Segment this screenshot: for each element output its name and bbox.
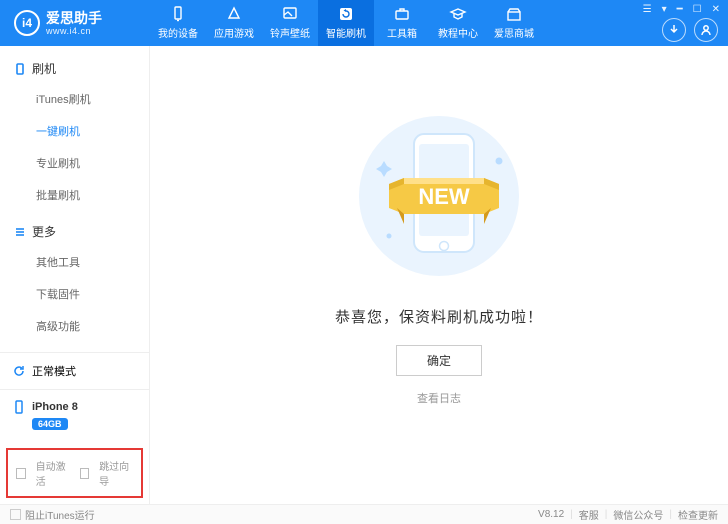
- tab-label: 我的设备: [158, 25, 198, 40]
- tab-label: 工具箱: [387, 25, 417, 40]
- logo-box: i4 爱思助手 www.i4.cn: [0, 10, 150, 36]
- refresh-icon: [337, 6, 355, 22]
- illus-text: NEW: [418, 184, 470, 209]
- auto-activate-label: 自动激活: [36, 458, 70, 488]
- tab-label: 铃声壁纸: [270, 25, 310, 40]
- tab-ringtones[interactable]: 铃声壁纸: [262, 0, 318, 46]
- mode-label: 正常模式: [32, 363, 76, 379]
- user-icon[interactable]: [694, 18, 718, 42]
- section-title: 刷机: [32, 60, 56, 77]
- block-itunes-label: 阻止iTunes运行: [25, 507, 95, 522]
- mode-box[interactable]: 正常模式: [0, 352, 149, 389]
- device-name: iPhone 8: [32, 401, 78, 413]
- phone-icon: [12, 400, 26, 414]
- store-icon: [505, 6, 523, 22]
- brand-title: 爱思助手: [46, 11, 102, 25]
- checkbox-block-itunes[interactable]: [10, 509, 21, 520]
- phone-icon: [14, 63, 26, 75]
- apps-icon: [225, 6, 243, 22]
- close-icon[interactable]: ✕: [712, 4, 720, 15]
- tab-label: 智能刷机: [326, 25, 366, 40]
- section-more[interactable]: 更多: [0, 217, 149, 246]
- toolbox-icon: [393, 6, 411, 22]
- phone-icon: [169, 6, 187, 22]
- tab-label: 教程中心: [438, 25, 478, 40]
- tab-tools[interactable]: 工具箱: [374, 0, 430, 46]
- wechat-link[interactable]: 微信公众号: [613, 507, 663, 522]
- minimize-icon[interactable]: ━: [677, 4, 683, 15]
- section-flash[interactable]: 刷机: [0, 54, 149, 83]
- brand-url: www.i4.cn: [46, 27, 102, 36]
- storage-badge: 64GB: [32, 418, 68, 430]
- window-controls: ☰ ▾ ━ ☐ ✕: [643, 4, 720, 15]
- checkbox-skip-guide[interactable]: [80, 468, 90, 479]
- sidebar: 刷机 iTunes刷机 一键刷机 专业刷机 批量刷机 更多 其他工具 下载固件 …: [0, 46, 150, 504]
- sidebar-item-advanced[interactable]: 高级功能: [0, 310, 149, 342]
- titlebar: i4 爱思助手 www.i4.cn 我的设备 应用游戏 铃声壁纸 智能刷机 工具…: [0, 0, 728, 46]
- main-content: NEW 恭喜您，保资料刷机成功啦！ 确定 查看日志: [150, 46, 728, 504]
- tab-tutorials[interactable]: 教程中心: [430, 0, 486, 46]
- graduation-icon: [449, 6, 467, 22]
- checkbox-auto-activate[interactable]: [16, 468, 26, 479]
- tab-apps[interactable]: 应用游戏: [206, 0, 262, 46]
- sidebar-item-itunes-flash[interactable]: iTunes刷机: [0, 83, 149, 115]
- tab-my-device[interactable]: 我的设备: [150, 0, 206, 46]
- tab-flash[interactable]: 智能刷机: [318, 0, 374, 46]
- tab-label: 应用游戏: [214, 25, 254, 40]
- sidebar-item-pro-flash[interactable]: 专业刷机: [0, 147, 149, 179]
- list-icon: [14, 226, 26, 238]
- device-box[interactable]: iPhone 8 64GB: [0, 389, 149, 442]
- sidebar-item-oneclick-flash[interactable]: 一键刷机: [0, 115, 149, 147]
- logo-icon: i4: [14, 10, 40, 36]
- success-illustration-icon: NEW: [349, 106, 529, 286]
- download-icon[interactable]: [662, 18, 686, 42]
- success-message: 恭喜您，保资料刷机成功啦！: [335, 306, 543, 327]
- footer: 阻止iTunes运行 V8.12 | 客服 | 微信公众号 | 检查更新: [0, 504, 728, 524]
- highlighted-options: 自动激活 跳过向导: [6, 448, 143, 498]
- refresh-icon: [12, 364, 26, 378]
- sidebar-item-download-fw[interactable]: 下载固件: [0, 278, 149, 310]
- tab-label: 爱思商城: [494, 25, 534, 40]
- sidebar-item-batch-flash[interactable]: 批量刷机: [0, 179, 149, 211]
- menu-icon[interactable]: ☰: [643, 4, 652, 15]
- version-label: V8.12: [538, 509, 564, 520]
- view-log-link[interactable]: 查看日志: [417, 390, 461, 406]
- section-title: 更多: [32, 223, 56, 240]
- tab-store[interactable]: 爱思商城: [486, 0, 542, 46]
- skip-guide-label: 跳过向导: [99, 458, 133, 488]
- service-link[interactable]: 客服: [579, 507, 599, 522]
- update-link[interactable]: 检查更新: [678, 507, 718, 522]
- confirm-button[interactable]: 确定: [396, 345, 482, 376]
- hide-icon[interactable]: ▾: [662, 4, 667, 15]
- maximize-icon[interactable]: ☐: [693, 4, 702, 15]
- top-tabs: 我的设备 应用游戏 铃声壁纸 智能刷机 工具箱 教程中心 爱思商城: [150, 0, 728, 46]
- image-icon: [281, 6, 299, 22]
- sidebar-item-other-tools[interactable]: 其他工具: [0, 246, 149, 278]
